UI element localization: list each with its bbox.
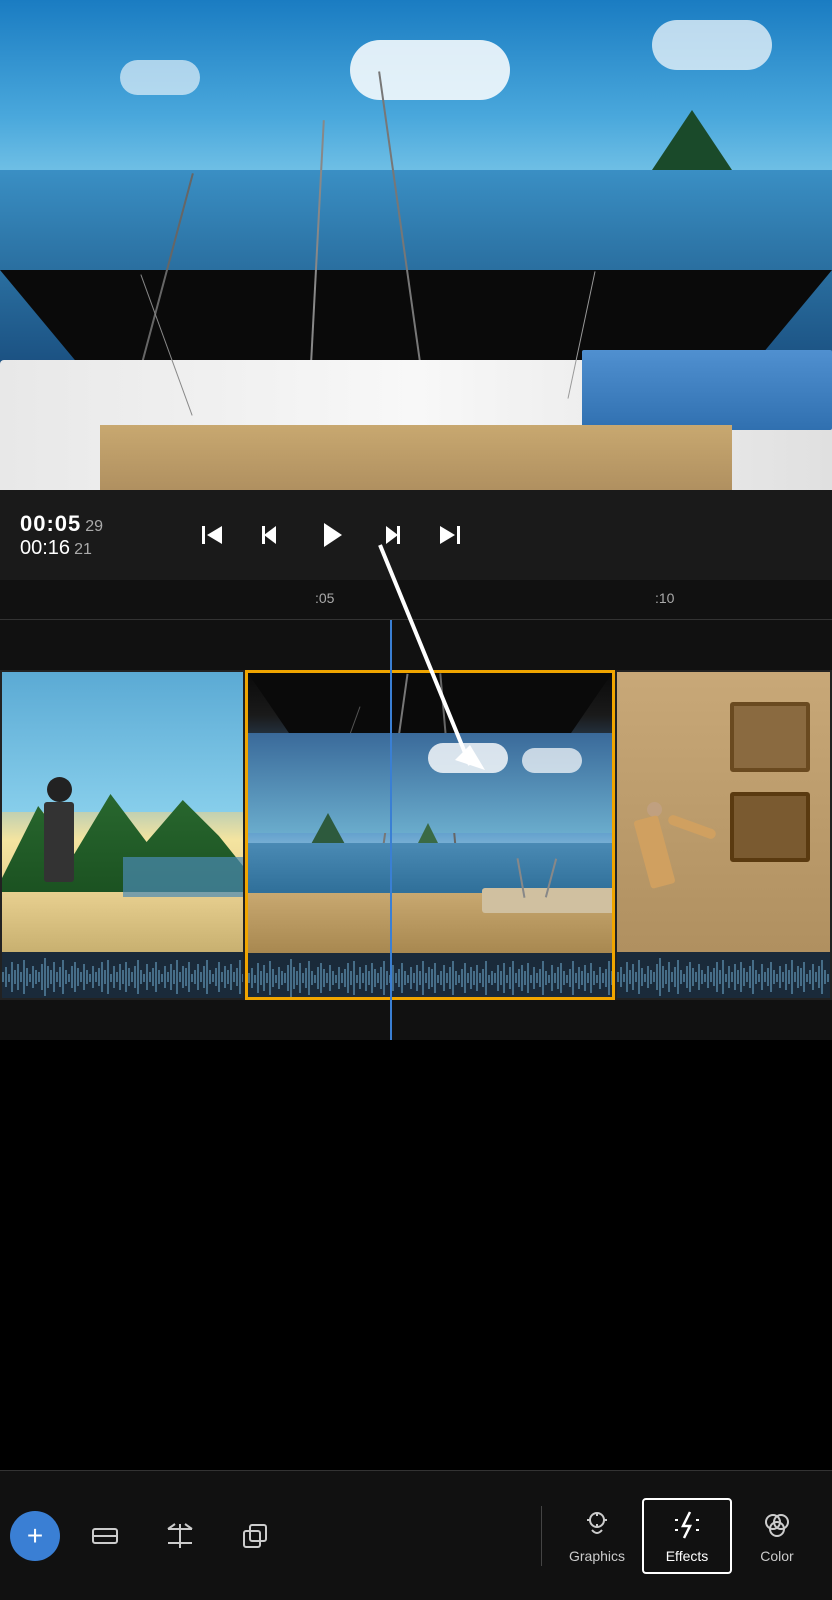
clip-2-audio [248,953,612,1000]
current-time: 00:05 [20,511,81,537]
timecode-display: 00:05 29 00:16 21 [20,511,103,560]
graphics-button[interactable]: Graphics [552,1500,642,1572]
plus-icon: + [27,1522,43,1550]
trim-button[interactable] [80,1513,130,1559]
clip-3-thumbnail [617,672,830,952]
timeline-tracks[interactable]: // Generated waveform bars [0,620,832,1040]
skip-to-start-button[interactable] [193,516,231,554]
graphics-icon [580,1508,614,1542]
graphics-label: Graphics [569,1548,625,1564]
clip-1-audio: // Generated waveform bars [2,952,243,1000]
color-icon [760,1508,794,1542]
clip-3-audio [617,952,830,1000]
effects-label: Effects [666,1548,709,1564]
color-button[interactable]: Color [732,1500,822,1572]
total-time: 00:16 [20,537,70,560]
duplicate-button[interactable] [230,1513,280,1559]
clip-1[interactable]: // Generated waveform bars [0,670,245,1000]
bottom-toolbar: + [0,1470,832,1600]
effects-icon [670,1508,704,1542]
video-preview [0,0,832,490]
time-marker-10: :10 [655,590,674,606]
duplicate-icon [240,1521,270,1551]
clip-3[interactable] [615,670,832,1000]
current-frames: 29 [85,518,103,536]
trim-icon [90,1521,120,1551]
add-button[interactable]: + [10,1511,60,1561]
toolbar-tools [80,1513,531,1559]
toolbar-divider [541,1506,542,1566]
split-icon [165,1521,195,1551]
split-button[interactable] [155,1513,205,1559]
toolbar-right-tools: Graphics Effects Color [552,1498,822,1574]
clip-1-thumbnail [2,672,243,952]
effects-button[interactable]: Effects [642,1498,732,1574]
step-back-button[interactable] [251,516,289,554]
total-frames: 21 [74,541,92,559]
color-label: Color [760,1548,793,1564]
arrow-annotation [300,535,500,790]
